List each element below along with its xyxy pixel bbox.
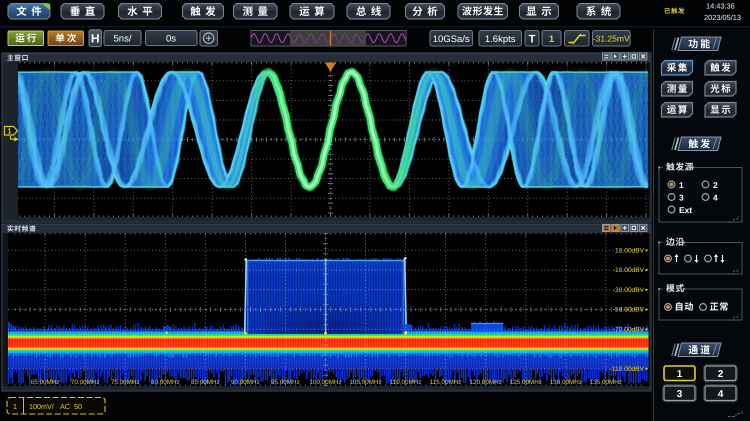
- svg-text:125.00MHz: 125.00MHz: [510, 379, 542, 386]
- svg-text:2: 2: [718, 369, 724, 380]
- svg-text:0s: 0s: [166, 34, 176, 45]
- svg-text:AC: AC: [60, 402, 70, 411]
- svg-text:-110.00dBV: -110.00dBV: [610, 366, 645, 373]
- svg-text:1: 1: [7, 127, 11, 136]
- svg-text:65.00MHz: 65.00MHz: [31, 379, 60, 386]
- svg-text:3: 3: [677, 389, 683, 400]
- svg-text:80.00MHz: 80.00MHz: [151, 379, 180, 386]
- svg-text:-50.00dBV: -50.00dBV: [613, 307, 645, 314]
- svg-text:10.00dBV: 10.00dBV: [615, 247, 645, 254]
- svg-text:50: 50: [74, 402, 82, 411]
- svg-text:85.00MHz: 85.00MHz: [191, 379, 220, 386]
- svg-text:H: H: [91, 32, 100, 46]
- svg-text:120.00MHz: 120.00MHz: [470, 379, 502, 386]
- svg-text:110.00MHz: 110.00MHz: [390, 379, 422, 386]
- svg-text:100.00MHz: 100.00MHz: [309, 379, 341, 386]
- svg-text:130.00MHz: 130.00MHz: [550, 379, 582, 386]
- svg-text:1: 1: [679, 180, 684, 190]
- svg-text:90.00MHz: 90.00MHz: [231, 379, 260, 386]
- svg-text:4: 4: [718, 389, 724, 400]
- svg-text:10GSa/s: 10GSa/s: [433, 34, 470, 45]
- svg-text:3: 3: [679, 193, 684, 203]
- svg-text:100mV/: 100mV/: [29, 402, 54, 411]
- svg-text:75.00MHz: 75.00MHz: [111, 379, 140, 386]
- svg-text:1: 1: [677, 369, 683, 380]
- svg-text:135.00MHz: 135.00MHz: [590, 379, 622, 386]
- svg-text:-70.00dBV: -70.00dBV: [613, 327, 645, 334]
- svg-text:-10.00dBV: -10.00dBV: [613, 267, 645, 274]
- svg-text:1: 1: [13, 402, 17, 411]
- svg-text:115.00MHz: 115.00MHz: [430, 379, 462, 386]
- svg-text:-31.25mV: -31.25mV: [593, 34, 630, 44]
- svg-text:5ns/: 5ns/: [114, 34, 132, 45]
- svg-text:T: T: [529, 34, 536, 46]
- svg-text:105.00MHz: 105.00MHz: [349, 379, 381, 386]
- svg-text:95.00MHz: 95.00MHz: [271, 379, 300, 386]
- svg-text:1: 1: [549, 34, 555, 45]
- svg-text:70.00MHz: 70.00MHz: [71, 379, 100, 386]
- svg-text:1.6kpts: 1.6kpts: [485, 34, 516, 45]
- svg-text:Ext: Ext: [679, 205, 692, 215]
- svg-text:14:43:36: 14:43:36: [706, 2, 735, 11]
- svg-text:2: 2: [713, 180, 718, 190]
- svg-text:2023/05/13: 2023/05/13: [704, 13, 741, 22]
- svg-text:-30.00dBV: -30.00dBV: [613, 287, 645, 294]
- svg-text:4: 4: [713, 193, 718, 203]
